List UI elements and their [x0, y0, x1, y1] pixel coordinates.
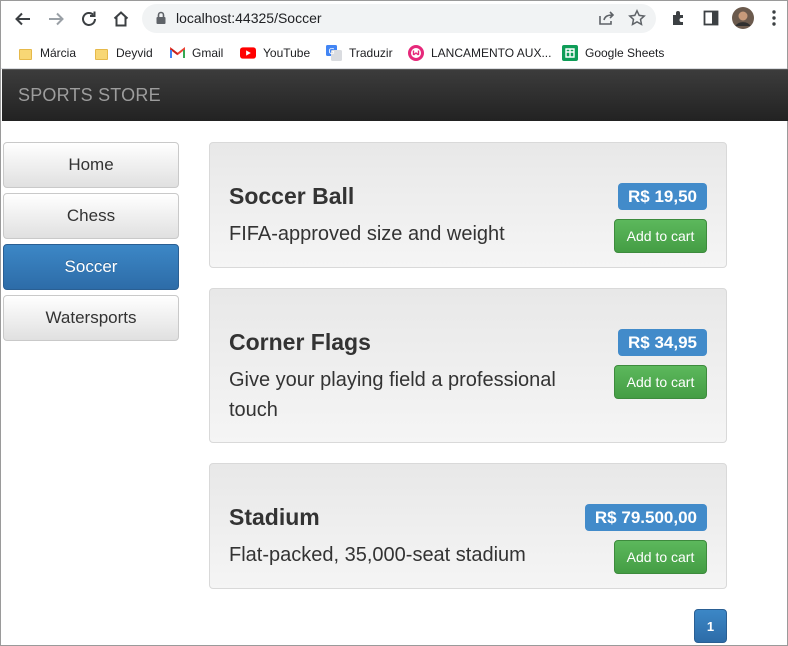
profile-avatar[interactable]: [732, 7, 754, 29]
bookmark-deyvid[interactable]: Deyvid: [93, 42, 153, 64]
forward-button[interactable]: [44, 7, 68, 31]
share-icon[interactable]: [598, 10, 616, 31]
reload-button[interactable]: [77, 7, 101, 31]
browser-toolbar: localhost:44325/Soccer: [1, 1, 787, 37]
back-arrow-icon: [15, 12, 30, 26]
product-name: Corner Flags: [229, 329, 371, 355]
lock-icon: [155, 11, 167, 30]
bookmark-label: YouTube: [263, 46, 311, 60]
product-description: Give your playing field a professional t…: [229, 369, 556, 421]
home-button[interactable]: [109, 7, 133, 31]
price-badge: R$ 19,50: [618, 183, 707, 210]
side-panel-icon[interactable]: [700, 7, 722, 29]
product-card: Corner Flags R$ 34,95 Give your playing …: [209, 288, 727, 443]
extensions-icon[interactable]: [668, 7, 690, 29]
add-to-cart-button[interactable]: Add to cart: [614, 365, 707, 399]
folder-icon: [93, 45, 109, 61]
bookmark-marcia[interactable]: Márcia: [17, 42, 76, 64]
bookmark-gmail[interactable]: Gmail: [169, 42, 223, 64]
gmail-icon: [169, 45, 185, 61]
translate-icon: G: [326, 45, 342, 61]
product-description: FIFA-approved size and weight: [229, 223, 505, 245]
back-button[interactable]: [11, 7, 35, 31]
bookmark-label: Deyvid: [116, 46, 153, 60]
category-home-button[interactable]: Home: [3, 142, 179, 188]
category-soccer-button[interactable]: Soccer: [3, 244, 179, 290]
bookmark-traduzir[interactable]: G Traduzir: [326, 42, 393, 64]
youtube-icon: [240, 45, 256, 61]
bookmark-youtube[interactable]: YouTube: [240, 42, 310, 64]
menu-dots-icon[interactable]: [763, 7, 785, 29]
category-watersports-button[interactable]: Watersports: [3, 295, 179, 341]
brand-title[interactable]: SPORTS STORE: [18, 85, 161, 106]
add-to-cart-button[interactable]: Add to cart: [614, 540, 707, 574]
app-icon: [408, 45, 424, 61]
price-badge: R$ 34,95: [618, 329, 707, 356]
category-chess-button[interactable]: Chess: [3, 193, 179, 239]
url-text: localhost:44325/Soccer: [176, 10, 322, 26]
reload-icon: [82, 11, 96, 26]
bookmark-label: Gmail: [192, 46, 224, 60]
home-icon: [113, 11, 129, 27]
bookmark-label: Traduzir: [349, 46, 393, 60]
product-description: Flat-packed, 35,000-seat stadium: [229, 544, 526, 566]
product-card: Soccer Ball R$ 19,50 FIFA-approved size …: [209, 142, 727, 268]
add-to-cart-button[interactable]: Add to cart: [614, 219, 707, 253]
product-card: Stadium R$ 79.500,00 Flat-packed, 35,000…: [209, 463, 727, 589]
product-name: Soccer Ball: [229, 183, 355, 209]
bookmark-label: Google Sheets: [585, 46, 665, 60]
svg-text:G: G: [329, 47, 335, 56]
site-navbar: SPORTS STORE: [2, 69, 788, 121]
bookmark-label: Márcia: [40, 46, 77, 60]
bookmark-label: LANCAMENTO AUX...: [431, 46, 552, 60]
bookmark-lancamento[interactable]: LANCAMENTO AUX...: [408, 42, 551, 64]
address-bar[interactable]: localhost:44325/Soccer: [142, 4, 656, 33]
price-badge: R$ 79.500,00: [584, 504, 707, 531]
bookmarks-bar: Márcia Deyvid Gmail YouTube G Traduzir L…: [1, 37, 787, 69]
forward-arrow-icon: [49, 12, 64, 26]
bookmark-star-icon[interactable]: [628, 9, 646, 32]
sheets-icon: [562, 45, 578, 61]
product-name: Stadium: [229, 504, 320, 530]
folder-icon: [17, 45, 33, 61]
bookmark-google-sheets[interactable]: Google Sheets: [562, 42, 664, 64]
pagination-page-button[interactable]: 1: [694, 609, 727, 643]
